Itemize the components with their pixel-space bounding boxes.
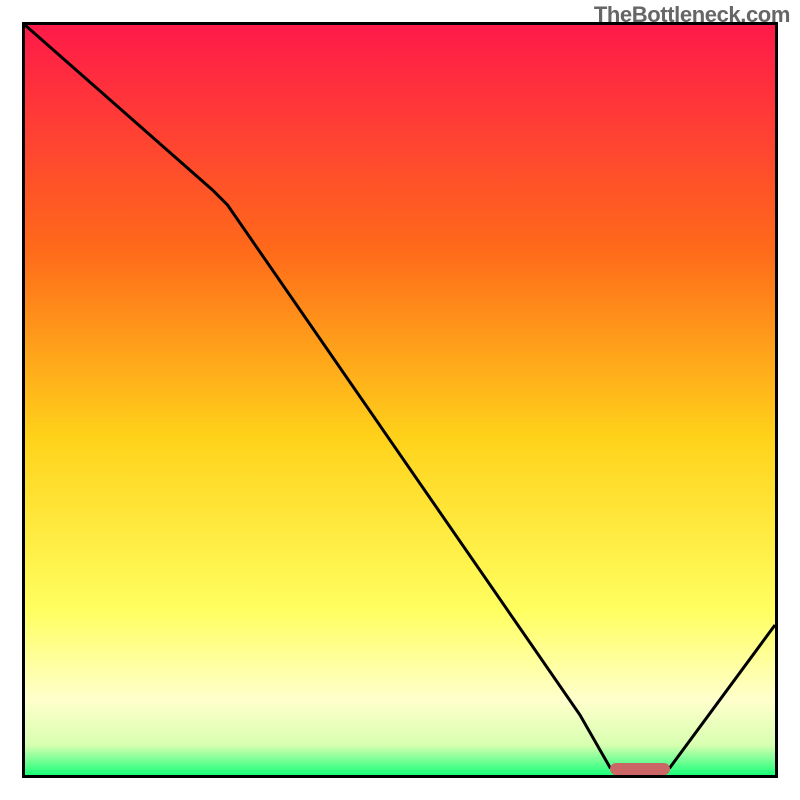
- optimal-marker: [25, 25, 775, 775]
- chart-container: TheBottleneck.com: [0, 0, 800, 800]
- plot-area: [22, 22, 778, 778]
- watermark-text: TheBottleneck.com: [594, 2, 790, 28]
